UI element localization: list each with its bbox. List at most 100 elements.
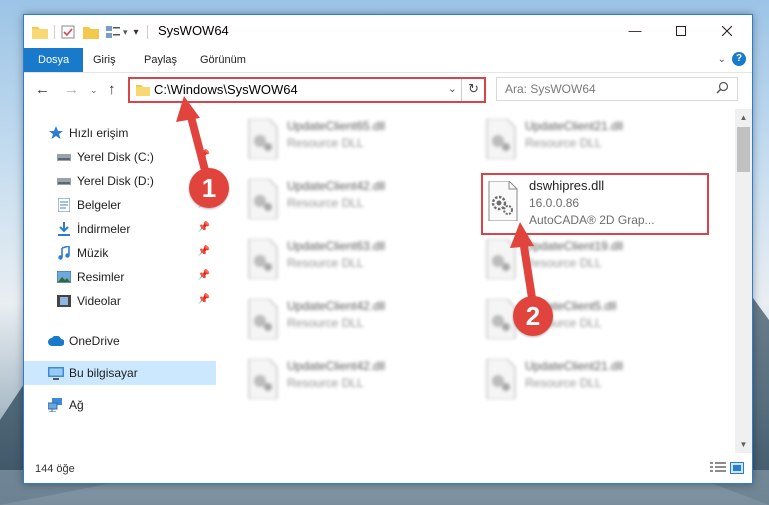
file-type: Resource DLL [525,256,602,270]
file-item[interactable]: UpdateClient42.dll Resource DLL [237,355,467,403]
folder-icon [136,85,150,96]
scroll-thumb[interactable] [737,127,750,172]
file-name: UpdateClient42.dll [287,299,386,313]
file-type: AutoCADA® 2D Grap... [529,213,655,227]
step-marker-2: 2 [513,296,553,336]
file-type: Resource DLL [287,376,364,390]
new-folder-icon[interactable] [83,25,99,39]
sidebar-item-network[interactable]: Ağ [24,393,216,417]
sidebar-item-this-pc[interactable]: Bu bilgisayar [24,361,216,385]
recent-locations-button[interactable]: ⌄ [90,85,98,96]
file-type: Resource DLL [287,136,364,150]
file-item[interactable]: UpdateClient65.dll Resource DLL [237,115,467,163]
forward-button[interactable]: → [64,81,79,98]
tab-view[interactable]: Görünüm [187,48,259,72]
sidebar-item-pictures[interactable]: Resimler 📌 [24,265,216,289]
refresh-icon[interactable]: ↻ [468,81,479,97]
star-icon [48,125,64,141]
file-item[interactable]: UpdateClient5.dll Resource DLL [475,295,705,343]
file-item[interactable]: UpdateClient19.dll Resource DLL [475,235,705,283]
sidebar-item-quick-access[interactable]: Hızlı erişim [24,121,216,145]
details-view-icon[interactable] [710,462,726,474]
expand-ribbon-icon[interactable]: ⌄ [718,54,726,65]
dll-file-icon [486,239,516,279]
file-item[interactable]: UpdateClient42.dll Resource DLL [237,295,467,343]
sidebar-item-label: Hızlı erişim [69,126,129,140]
view-switcher [710,462,744,474]
drive-icon [56,149,72,165]
pin-icon[interactable]: 📌 [198,246,210,257]
dll-file-icon [248,179,278,219]
toolbar-divider [54,25,55,39]
step-marker-1: 1 [189,168,229,208]
item-count: 144 öğe [35,463,75,475]
sidebar-item-local-disk-c[interactable]: Yerel Disk (C:) 📌 [24,145,216,169]
file-name: UpdateClient19.dll [525,239,624,253]
download-icon [56,221,72,237]
file-item[interactable]: UpdateClient21.dll Resource DLL [475,115,705,163]
tab-home[interactable]: Giriş [80,48,129,72]
file-name: UpdateClient42.dll [287,359,386,373]
pin-icon[interactable]: 📌 [198,150,210,161]
search-placeholder[interactable]: Ara: SysWOW64 [505,82,596,96]
title-bar[interactable]: ▾ ▾ SysWOW64 — [24,15,752,48]
address-path[interactable]: C:\Windows\SysWOW64 [154,82,298,97]
tab-share[interactable]: Paylaş [131,48,190,72]
chevron-down-icon[interactable]: ▾ [123,27,128,38]
sidebar-item-label: Yerel Disk (C:) [77,150,154,164]
drive-icon [56,173,72,189]
window-title: SysWOW64 [158,23,229,38]
chevron-down-icon: ⌄ [90,85,98,95]
pin-icon[interactable]: 📌 [198,294,210,305]
help-icon[interactable]: ? [732,52,746,66]
large-icons-view-icon[interactable] [730,462,744,474]
sidebar-item-onedrive[interactable]: OneDrive [24,329,216,353]
file-item-dswhipres[interactable]: dswhipres.dll 16.0.0.86 AutoCADA® 2D Gra… [481,173,709,235]
address-divider [461,79,462,101]
address-bar[interactable]: C:\Windows\SysWOW64 ⌄ ↻ [128,77,486,103]
arrow-left-icon: ← [35,81,50,98]
pin-icon[interactable]: 📌 [198,222,210,233]
vertical-scrollbar[interactable]: ▲ ▼ [735,109,752,453]
dll-file-icon [248,359,278,399]
network-icon [48,397,64,413]
scroll-down-icon[interactable]: ▼ [735,436,752,453]
file-name: UpdateClient21.dll [525,119,624,133]
sidebar-item-label: Resimler [77,270,125,284]
file-name: UpdateClient21.dll [525,359,624,373]
minimize-button[interactable]: — [612,15,658,46]
scroll-up-icon[interactable]: ▲ [735,109,752,126]
sidebar-item-downloads[interactable]: İndirmeler 📌 [24,217,216,241]
customize-toolbar-icon[interactable]: ▾ [134,27,139,38]
sidebar-item-documents[interactable]: Belgeler 📌 [24,193,216,217]
music-icon [56,245,72,261]
search-icon[interactable] [716,81,729,94]
properties-icon[interactable] [61,25,75,39]
pin-icon[interactable]: 📌 [198,270,210,281]
arrow-right-icon: → [64,81,79,98]
cloud-icon [48,333,64,349]
file-name: UpdateClient63.dll [287,239,386,253]
file-name: UpdateClient65.dll [287,119,386,133]
tab-file[interactable]: Dosya [24,48,84,72]
close-button[interactable] [704,15,750,46]
view-options-icon[interactable] [105,25,121,39]
sidebar-item-videos[interactable]: Videolar 📌 [24,289,216,313]
dll-file-icon [486,119,516,159]
file-item[interactable]: UpdateClient21.dll Resource DLL [475,355,705,403]
search-box[interactable]: Ara: SysWOW64 [496,77,738,101]
file-name: dswhipres.dll [529,178,605,193]
file-type: Resource DLL [525,136,602,150]
back-button[interactable]: ← [35,81,50,98]
toolbar-divider [146,25,148,39]
chevron-down-icon[interactable]: ⌄ [448,82,457,95]
file-item[interactable]: UpdateClient42.dll Resource DLL [237,175,467,223]
up-button[interactable]: ↑ [108,81,116,98]
sidebar-item-music[interactable]: Müzik 📌 [24,241,216,265]
sidebar-item-local-disk-d[interactable]: Yerel Disk (D:) [24,169,216,193]
file-item[interactable]: UpdateClient63.dll Resource DLL [237,235,467,283]
dll-file-icon [486,359,516,399]
quick-access-toolbar: ▾ ▾ [32,23,148,41]
maximize-button[interactable] [658,15,704,46]
minimize-icon: — [628,23,642,38]
